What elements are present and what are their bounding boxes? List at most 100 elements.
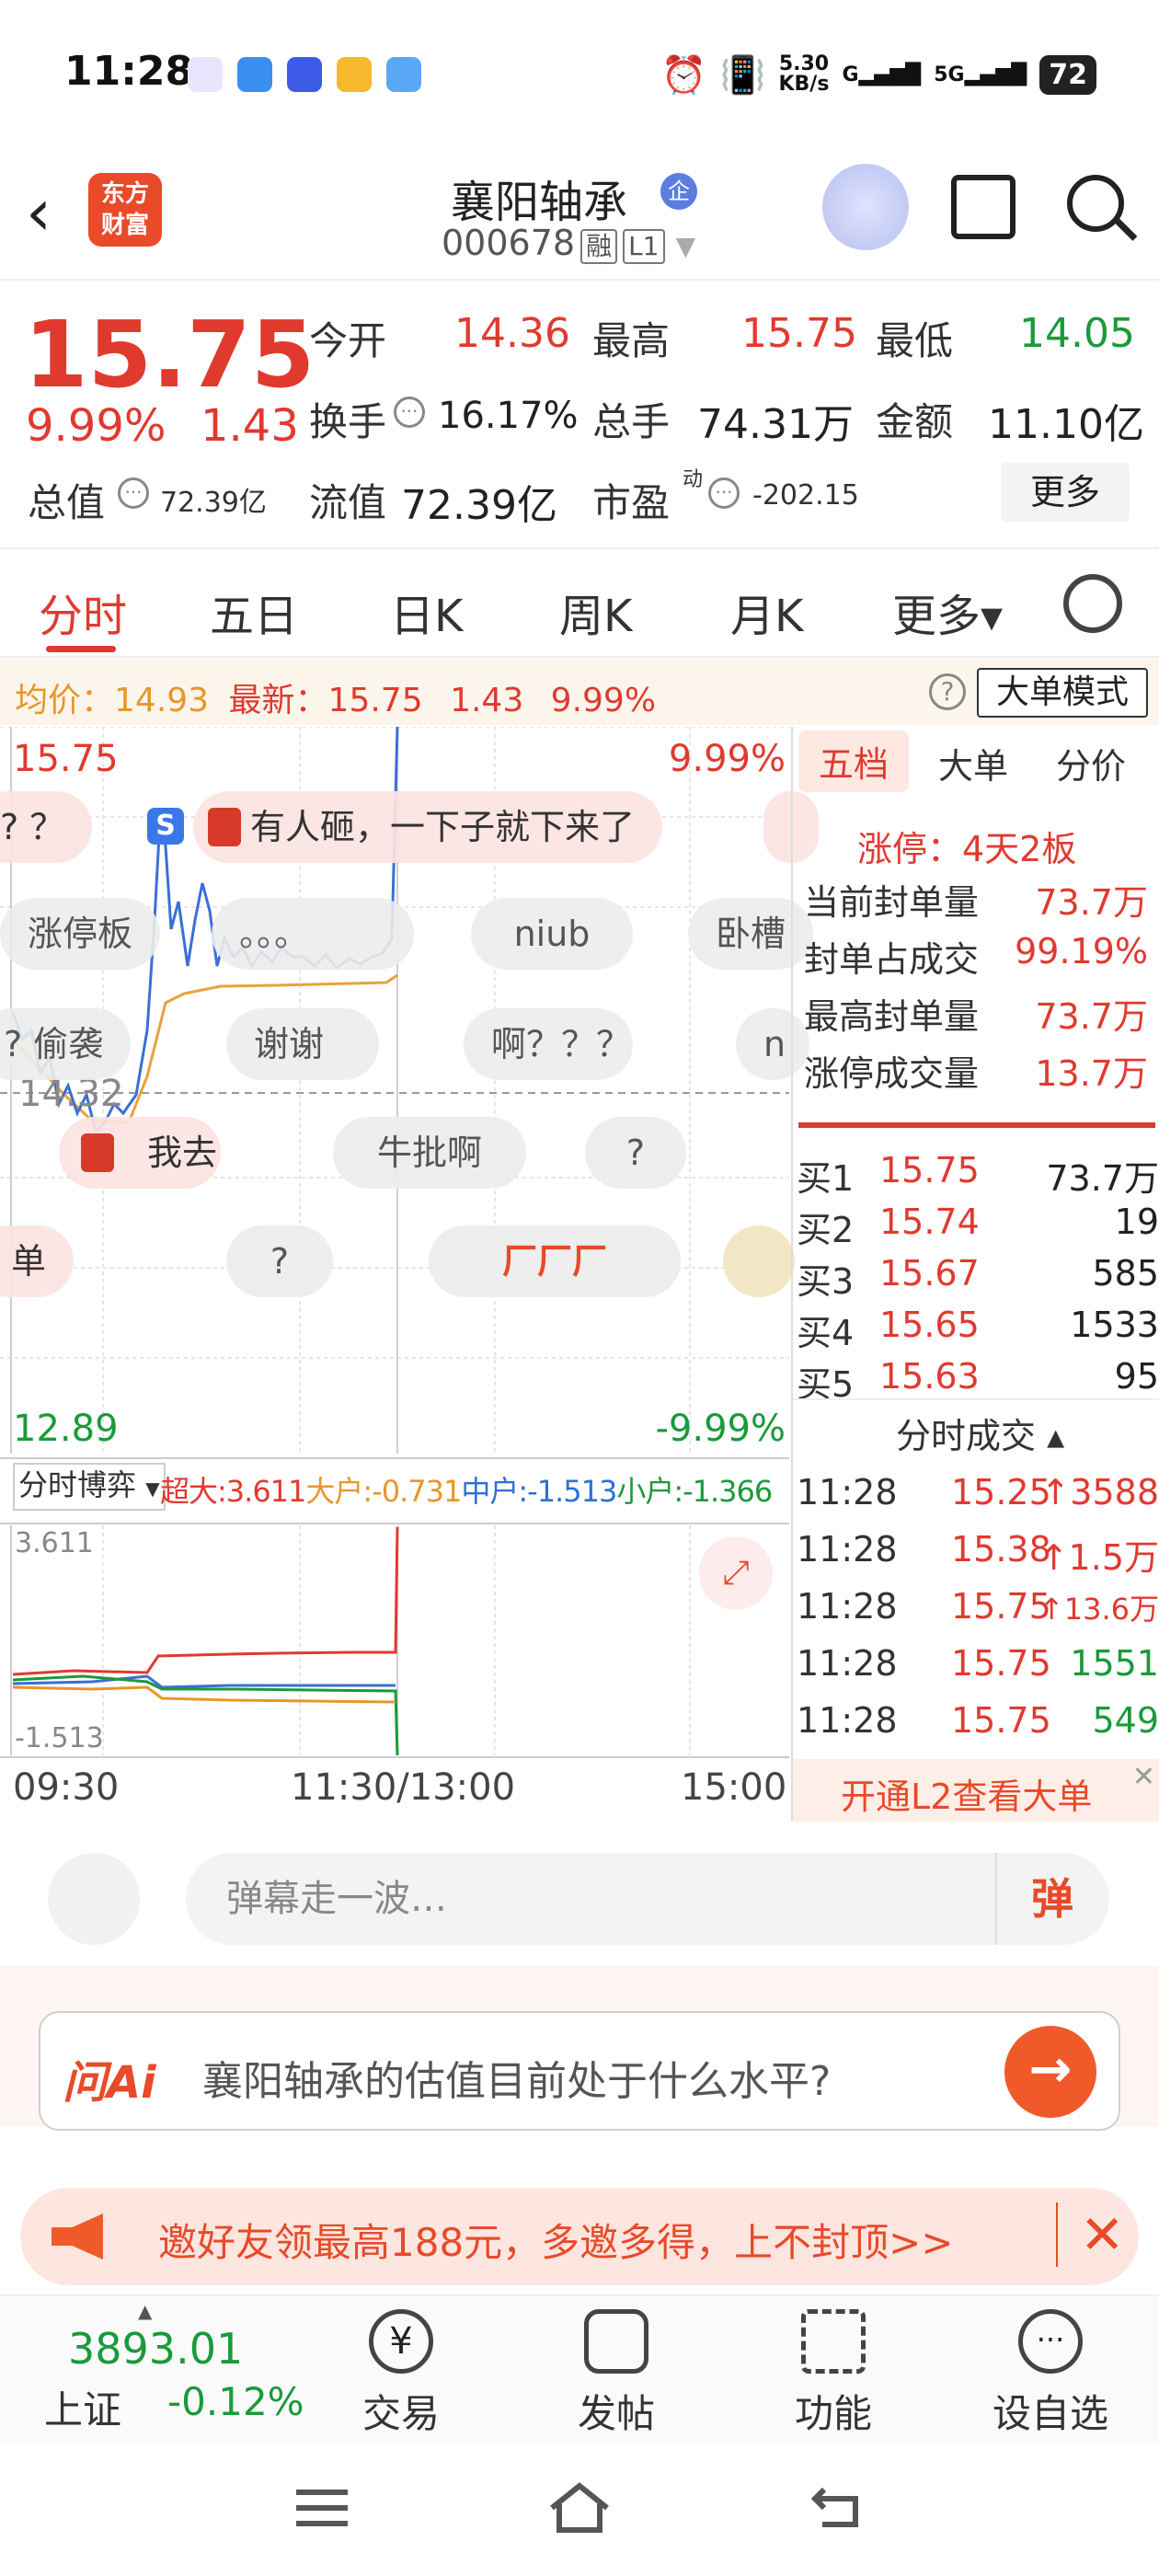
danmu-bubble: 啊？？？: [464, 1008, 633, 1080]
limit-vol-label: 涨停成交量: [804, 1053, 980, 1094]
bottom-pct-label: -9.99%: [655, 1408, 786, 1450]
ticks-title[interactable]: 分时成交 ▴: [896, 1408, 1064, 1458]
file-app-icon: [386, 57, 421, 92]
tab-daily-k[interactable]: 日K: [390, 580, 463, 644]
max-seal-value: 73.7万: [1035, 996, 1148, 1037]
comment-settings-icon[interactable]: [48, 1853, 140, 1945]
current-price: 15.75: [24, 301, 316, 408]
home-icon[interactable]: [548, 2480, 611, 2536]
status-bar: 11:28 ⏰ 📳 5.30 KB/s G▂▄▆█ 5G▂▄▆█ 72: [0, 0, 1159, 147]
tab-five-levels[interactable]: 五档: [798, 730, 910, 792]
status-time: 11:28: [64, 48, 194, 95]
open-label: 今开: [309, 318, 387, 363]
tick-time: 11:28: [797, 1643, 898, 1684]
bid-label: 买2: [797, 1210, 855, 1250]
tick-price: 15.38: [951, 1529, 1051, 1570]
stock-header: ‹ 东方 财富 襄阳轴承 企 000678 融 L1 ▼: [0, 147, 1159, 281]
low-value: 14.05: [1019, 310, 1135, 357]
arrow-right-icon[interactable]: →: [1004, 2026, 1096, 2118]
ai-robot-avatar[interactable]: [822, 164, 909, 250]
nav-functions[interactable]: 功能: [769, 2309, 898, 2439]
danmu-bubble: ?: [226, 1225, 333, 1297]
tick-price: 15.25: [951, 1472, 1051, 1512]
l2-banner[interactable]: 开通L2查看大单 ✕: [793, 1759, 1159, 1822]
bid-row[interactable]: 买1 15.75 73.7万: [793, 1150, 1159, 1202]
volume-label: 总手: [592, 399, 671, 444]
low-label: 最低: [876, 318, 954, 363]
nav-watchlist[interactable]: ··· 设自选: [986, 2309, 1115, 2439]
limit-vol-value: 13.7万: [1035, 1053, 1148, 1094]
flow-selector[interactable]: 分时博弈 ▼: [13, 1463, 166, 1511]
change-amount: 1.43: [201, 400, 299, 452]
signal-s-badge[interactable]: S: [147, 808, 184, 845]
tab-big-orders[interactable]: 大单: [938, 738, 1008, 788]
search-icon-handle: [1114, 218, 1138, 241]
back-icon[interactable]: [809, 2484, 866, 2530]
danmu-bubble: 牛批啊: [333, 1117, 526, 1189]
intraday-chart[interactable]: 15.75 9.99% 14.32 12.89 -9.99% ? ？ S 有人砸…: [0, 727, 819, 1822]
danmu-bubble: ? ？: [0, 791, 93, 863]
top-price-label: 15.75: [13, 738, 119, 780]
tick-row: 11:28 15.25 ↑3588: [793, 1472, 1159, 1529]
danmu-toggle-button[interactable]: 弹: [995, 1853, 1107, 1945]
chevron-down-icon: ▼: [145, 1478, 160, 1500]
bid-price: 15.74: [879, 1202, 980, 1242]
index-percent[interactable]: -0.12%: [167, 2379, 304, 2424]
more-button[interactable]: 更多: [1001, 463, 1130, 522]
float-label: 流值: [309, 480, 387, 525]
big-order-mode-button[interactable]: 大单模式: [977, 668, 1148, 718]
nav-post[interactable]: 发帖: [552, 2309, 681, 2439]
nav-trade[interactable]: ¥ 交易: [337, 2309, 465, 2439]
tab-intraday[interactable]: 分时: [39, 580, 127, 644]
tab-five-day[interactable]: 五日: [210, 580, 298, 644]
mcap-value: 72.39亿: [160, 487, 267, 519]
caret-up-icon: ▲: [138, 2300, 153, 2322]
grid-icon: [801, 2309, 866, 2374]
tab-monthly-k[interactable]: 月K: [730, 580, 803, 644]
promo-banner[interactable]: 邀好友领最高188元，多邀多得，上不封顶>> ✕: [20, 2188, 1139, 2285]
tab-more[interactable]: 更多▾: [892, 580, 1003, 644]
bid-row[interactable]: 买4 15.65 1533: [793, 1305, 1159, 1356]
tab-price-distribution[interactable]: 分价: [1056, 738, 1126, 788]
bid-row[interactable]: 买3 15.67 585: [793, 1253, 1159, 1305]
tick-row: 11:28 15.38 ↑1.5万: [793, 1529, 1159, 1586]
time-start-label: 09:30: [13, 1766, 120, 1809]
l2-banner-text: 开通L2查看大单: [841, 1777, 1093, 1817]
tick-volume: ↑3588: [1040, 1472, 1159, 1512]
share-icon[interactable]: [951, 175, 1016, 239]
close-icon[interactable]: ✕: [1056, 2202, 1125, 2267]
menu-icon[interactable]: [296, 2490, 348, 2526]
back-arrow-icon[interactable]: ‹: [26, 180, 52, 245]
bid-row[interactable]: 买2 15.74 19: [793, 1202, 1159, 1253]
info-icon[interactable]: ···: [394, 397, 425, 428]
ai-question-box[interactable]: 问Ai 襄阳轴承的估值目前处于什么水平? →: [39, 2011, 1120, 2131]
stock-code[interactable]: 000678 融 L1 ▼: [442, 223, 695, 264]
eastmoney-logo[interactable]: 东方 财富: [88, 173, 162, 247]
change-percent: 9.99%: [26, 400, 166, 452]
gear-icon[interactable]: [1063, 574, 1122, 633]
bid-volume: 1533: [1070, 1305, 1159, 1345]
close-icon[interactable]: ✕: [1132, 1761, 1155, 1793]
info-icon[interactable]: ···: [708, 477, 740, 509]
firecracker-icon: [208, 808, 241, 846]
promo-text: 邀好友领最高188元，多邀多得，上不封顶>>: [158, 2220, 954, 2265]
average-price-bar: 均价：14.93 最新：15.75 1.43 9.99% ? 大单模式: [0, 659, 1159, 725]
danmu-input[interactable]: 弹幕走一波… 弹: [186, 1853, 1109, 1945]
help-icon[interactable]: ?: [929, 673, 966, 710]
bid-volume: 95: [1114, 1356, 1159, 1397]
pe-label: 市盈: [592, 480, 671, 525]
bid-price: 15.67: [879, 1253, 980, 1294]
tab-weekly-k[interactable]: 周K: [559, 580, 632, 644]
signal-5g-icon: 5G▂▄▆█: [934, 63, 1027, 86]
tick-volume: 1551: [1070, 1643, 1159, 1684]
bid-price: 15.65: [879, 1305, 980, 1345]
index-name[interactable]: 上证: [44, 2379, 121, 2435]
edit-icon: [584, 2309, 648, 2374]
index-value[interactable]: 3893.01: [68, 2324, 243, 2374]
danmu-bubble: 谢谢: [226, 1008, 379, 1080]
info-icon[interactable]: ···: [118, 477, 149, 509]
bid-volume: 585: [1092, 1253, 1159, 1294]
user-avatar: [723, 1225, 795, 1297]
tick-price: 15.75: [951, 1586, 1051, 1627]
expand-icon[interactable]: ⤢: [699, 1536, 773, 1610]
